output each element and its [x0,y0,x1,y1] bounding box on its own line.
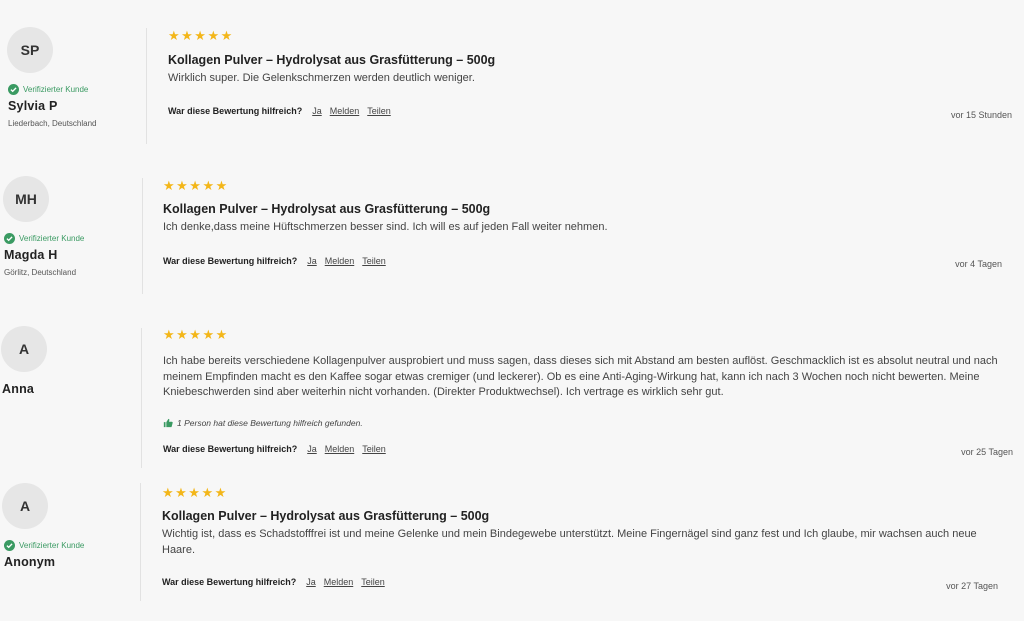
helpful-question: War diese Bewertung hilfreich? [168,106,303,116]
helpful-row: War diese Bewertung hilfreich? Ja Melden… [163,444,394,454]
share-link[interactable]: Teilen [362,256,386,266]
review-body: Wichtig ist, dass es Schadstofffrei ist … [162,528,977,556]
helpful-question: War diese Bewertung hilfreich? [162,577,297,587]
star-rating: ★★★★★ [163,327,229,342]
reviewer-location: Görlitz, Deutschland [4,268,77,277]
avatar: SP [7,27,53,73]
check-circle-icon [4,540,15,551]
review-title: Kollagen Pulver – Hydrolysat aus Grasfüt… [163,202,491,216]
star-rating: ★★★★★ [168,28,234,43]
divider [140,483,141,601]
review-time: vor 27 Tagen [946,581,998,591]
divider [141,328,142,468]
star-rating: ★★★★★ [162,485,228,500]
review-item: A Verifizierter Kunde Anonym ★★★★★ Kolla… [0,455,1024,621]
review-time: vor 4 Tagen [955,259,1002,269]
star-rating: ★★★★★ [163,178,229,193]
review-item: MH Verifizierter Kunde Magda H Görlitz, … [0,150,1024,300]
divider [146,28,147,144]
report-link[interactable]: Melden [330,106,360,116]
reviewer-name: Anonym [4,555,56,569]
check-circle-icon [8,84,19,95]
helpful-yes-link[interactable]: Ja [306,577,316,587]
helpful-yes-link[interactable]: Ja [307,444,317,454]
verified-label: Verifizierter Kunde [19,234,85,243]
check-circle-icon [4,233,15,244]
reviewer-name: Anna [2,382,35,396]
avatar: MH [3,176,49,222]
review-body: Wirklich super. Die Gelenkschmerzen werd… [168,72,475,84]
share-link[interactable]: Teilen [361,577,385,587]
helpful-count: 1 Person hat diese Bewertung hilfreich g… [163,418,363,428]
divider [142,178,143,294]
reviewer-location: Liederbach, Deutschland [8,119,97,128]
helpful-yes-link[interactable]: Ja [312,106,322,116]
verified-badge: Verifizierter Kunde [4,233,84,244]
helpful-question: War diese Bewertung hilfreich? [163,256,298,266]
review-item: SP Verifizierter Kunde Sylvia P Liederba… [0,0,1024,150]
report-link[interactable]: Melden [325,256,355,266]
review-body: Ich denke,dass meine Hüftschmerzen besse… [163,221,608,233]
avatar: A [1,326,47,372]
helpful-row: War diese Bewertung hilfreich? Ja Melden… [162,577,393,587]
report-link[interactable]: Melden [325,444,355,454]
helpful-row: War diese Bewertung hilfreich? Ja Melden… [163,256,394,266]
helpful-question: War diese Bewertung hilfreich? [163,444,298,454]
reviewer-name: Sylvia P [8,99,58,113]
review-time: vor 15 Stunden [950,110,1012,120]
reviewer-name: Magda H [4,248,58,262]
helpful-count-text: 1 Person hat diese Bewertung hilfreich g… [177,418,363,428]
verified-badge: Verifizierter Kunde [8,84,88,95]
review-item: A Anna ★★★★★ Ich habe bereits verschiede… [0,300,1024,470]
thumbs-up-icon [163,418,173,428]
share-link[interactable]: Teilen [367,106,391,116]
verified-badge: Verifizierter Kunde [4,540,84,551]
verified-label: Verifizierter Kunde [23,85,89,94]
avatar: A [2,483,48,529]
helpful-row: War diese Bewertung hilfreich? Ja Melden… [168,106,399,116]
review-title: Kollagen Pulver – Hydrolysat aus Grasfüt… [168,53,496,67]
helpful-yes-link[interactable]: Ja [307,256,317,266]
share-link[interactable]: Teilen [362,444,386,454]
review-body: Ich habe bereits verschiedene Kollagenpu… [163,355,998,398]
report-link[interactable]: Melden [324,577,354,587]
review-title: Kollagen Pulver – Hydrolysat aus Grasfüt… [162,509,490,523]
verified-label: Verifizierter Kunde [19,541,85,550]
